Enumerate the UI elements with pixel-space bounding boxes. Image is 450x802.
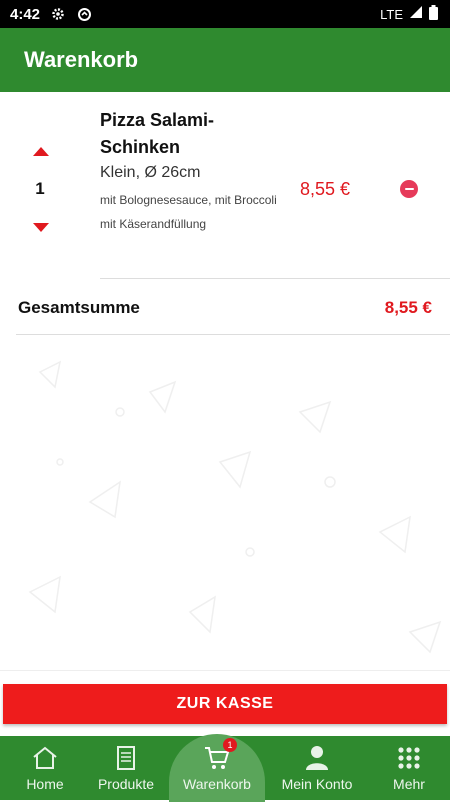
home-icon — [31, 744, 59, 772]
cart-content: 1 Pizza Salami-Schinken Klein, Ø 26cm mi… — [0, 92, 450, 670]
nav-item-mehr[interactable]: Mehr — [364, 736, 450, 800]
divider — [16, 334, 450, 335]
nav-label: Mehr — [393, 776, 425, 792]
item-extra: mit Käserandfüllung — [100, 217, 207, 231]
menu-card-icon — [112, 744, 140, 772]
checkout-button[interactable]: ZUR KASSE — [3, 684, 447, 724]
status-bar: 4:42 LTE — [0, 0, 450, 28]
nav-label: Mein Konto — [281, 776, 353, 792]
person-icon — [303, 744, 331, 772]
nav-label: Produkte — [97, 776, 155, 792]
nav-label: Warenkorb — [183, 776, 251, 792]
item-extras: mit Bolognesesauce, mit Broccoli mit Käs… — [100, 188, 290, 236]
total-label: Gesamtsumme — [18, 298, 140, 317]
remove-item-icon[interactable] — [400, 180, 418, 198]
page-title: Warenkorb — [24, 47, 139, 72]
signal-icon — [409, 5, 423, 23]
nav-label: Home — [26, 776, 64, 792]
checkout-area: ZUR KASSE — [0, 670, 450, 737]
cart-icon: 1 — [203, 738, 237, 772]
decrease-quantity-icon[interactable] — [33, 223, 49, 232]
battery-icon — [429, 4, 438, 24]
network-type: LTE — [380, 6, 403, 22]
bottom-navigation: Home Produkte 1 Warenkorb Mein Konto Meh… — [0, 734, 450, 802]
nav-item-warenkorb[interactable]: 1 Warenkorb — [169, 734, 265, 802]
item-name: Pizza Salami-Schinken — [100, 110, 215, 157]
nav-item-home[interactable]: Home — [0, 736, 90, 800]
item-price: 8,55 € — [300, 179, 351, 199]
item-details: Pizza Salami-Schinken Klein, Ø 26cm mit … — [100, 107, 290, 236]
data-saver-icon — [76, 6, 92, 22]
status-time: 4:42 — [10, 5, 41, 23]
item-extra: mit Bolognesesauce, mit Broccoli — [100, 193, 277, 207]
app-bar: Warenkorb — [0, 28, 450, 92]
item-quantity: 1 — [35, 179, 45, 198]
quantity-stepper: 1 — [28, 147, 56, 257]
total-row: Gesamtsumme 8,55 € — [0, 288, 450, 332]
cart-count-badge: 1 — [223, 738, 237, 752]
nav-item-produkte[interactable]: Produkte — [81, 736, 171, 800]
nav-item-mein-konto[interactable]: Mein Konto — [272, 736, 362, 800]
increase-quantity-icon[interactable] — [33, 147, 49, 156]
item-size: Klein, Ø 26cm — [100, 164, 201, 181]
settings-icon — [50, 6, 66, 22]
background-pattern — [28, 360, 442, 654]
grid-icon — [395, 744, 423, 772]
divider — [100, 278, 450, 279]
total-value: 8,55 € — [384, 298, 432, 317]
cart-item: 1 Pizza Salami-Schinken Klein, Ø 26cm mi… — [0, 107, 450, 279]
